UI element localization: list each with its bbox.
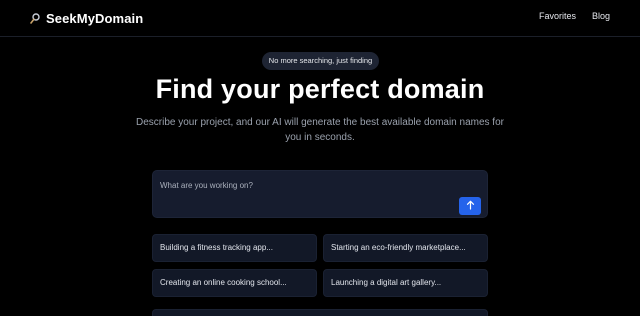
main-nav: Favorites Blog [539, 11, 610, 21]
nav-link-favorites[interactable]: Favorites [539, 11, 576, 21]
suggestion-card-partial[interactable] [152, 309, 488, 316]
top-bar: SeekMyDomain Favorites Blog [0, 0, 640, 37]
page-title: Find your perfect domain [155, 74, 485, 104]
brand-logo[interactable]: SeekMyDomain [30, 9, 143, 27]
page-subtitle: Describe your project, and our AI will g… [136, 117, 504, 143]
nav-link-blog[interactable]: Blog [592, 11, 610, 21]
suggestion-card[interactable]: Creating an online cooking school... [152, 269, 317, 297]
brand-name: SeekMyDomain [46, 10, 144, 26]
submit-button[interactable] [459, 197, 481, 215]
suggestion-card[interactable]: Building a fitness tracking app... [152, 234, 317, 262]
project-prompt-box [152, 170, 488, 218]
project-description-input[interactable] [160, 178, 450, 192]
arrow-up-icon [466, 197, 475, 215]
magnifier-icon [30, 12, 40, 24]
page: SeekMyDomain Favorites Blog No more sear… [0, 0, 640, 316]
suggestion-card[interactable]: Starting an eco-friendly marketplace... [323, 234, 488, 262]
tagline-badge: No more searching, just finding [262, 52, 379, 70]
suggestion-card[interactable]: Launching a digital art gallery... [323, 269, 488, 297]
